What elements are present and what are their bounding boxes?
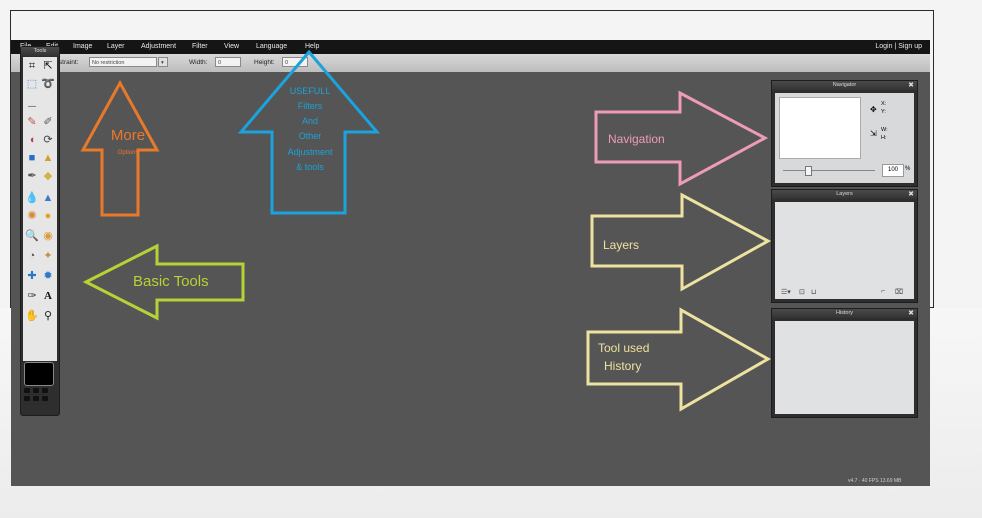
grid-dot-icon [42, 388, 48, 393]
color-swatch[interactable] [24, 362, 54, 386]
navigator-body: ✥ X: Y: ⇲ W: H: 100 % [775, 93, 914, 183]
navigator-title: Navigator [772, 81, 917, 90]
menu-language[interactable]: Language [256, 43, 287, 50]
zoom-percent: % [905, 166, 911, 172]
history-title: History [772, 309, 917, 318]
menu-bar: File Edit Image Layer Adjustment Filter … [11, 40, 930, 54]
sponge-tool-icon[interactable]: ● [41, 209, 55, 223]
brush-tool-icon[interactable]: ✐ [41, 115, 55, 129]
constraint-select[interactable]: No restriction [89, 57, 157, 67]
navigator-x: X: [881, 101, 887, 107]
menu-adjustment[interactable]: Adjustment [141, 43, 176, 50]
grid-dot-icon [42, 396, 48, 401]
grid-dot-icon [24, 396, 30, 401]
smudge-tool-icon[interactable]: ✺ [25, 209, 39, 223]
new-layer-icon[interactable]: ⌐ [881, 288, 885, 295]
pencil-tool-icon[interactable]: ✎ [25, 115, 39, 129]
pen-tool-icon[interactable]: ✑ [25, 289, 39, 303]
layers-body: ☲▾ ⊡ ⊔ ⌐ ⌧ [775, 202, 914, 299]
hand-tool-icon[interactable]: ✋ [25, 309, 39, 323]
grid-dot-icon [33, 388, 39, 393]
close-icon[interactable]: ✖ [908, 81, 914, 90]
text-tool-icon[interactable]: A [41, 289, 55, 303]
layer-settings-icon[interactable]: ☲▾ [781, 288, 791, 296]
status-bar: v4.7 · 40 FPS 13.69 MB [848, 478, 902, 484]
navigator-preview [779, 97, 861, 159]
lasso-tool-icon[interactable]: ➰ [41, 77, 55, 91]
colorpicker-tool-icon[interactable]: ✒ [25, 169, 39, 183]
layers-panel: Layers ✖ ☲▾ ⊡ ⊔ ⌐ ⌧ [771, 189, 918, 303]
crop-tool-icon[interactable]: ⌗ [25, 59, 39, 73]
zoom-slider[interactable] [783, 170, 875, 171]
wand-tool-icon[interactable]: ⚊ [25, 97, 39, 111]
dodge-tool-icon[interactable]: ✦ [41, 249, 55, 263]
layer-folder-icon[interactable]: ⊔ [811, 288, 816, 296]
layer-mask-icon[interactable]: ⊡ [799, 288, 805, 296]
redeye-tool-icon[interactable]: ◔ [25, 249, 39, 263]
width-label: Width: [189, 59, 208, 66]
navigator-panel: Navigator ✖ ✥ X: Y: ⇲ W: H: 100 % [771, 80, 918, 187]
move-tool-icon[interactable]: ⇱ [41, 59, 55, 73]
account-separator: | [894, 43, 897, 50]
menu-layer[interactable]: Layer [107, 43, 125, 50]
drawing-tool-icon[interactable]: ✚ [25, 269, 39, 283]
chevron-down-icon[interactable]: ▾ [158, 57, 168, 67]
tools-panel-title: Tools [21, 47, 59, 56]
account-links: Login | Sign up [875, 43, 922, 50]
history-panel: History ✖ [771, 308, 918, 418]
tool-options-bar: ⌗ Constraint: No restriction ▾ Width: 0 … [11, 54, 930, 72]
menu-filter[interactable]: Filter [192, 43, 208, 50]
height-input[interactable]: 0 [282, 57, 308, 67]
stamp-tool-icon[interactable]: ▲ [41, 151, 55, 165]
height-label: Height: [254, 59, 275, 66]
marquee-tool-icon[interactable]: ⬚ [25, 77, 39, 91]
burn-tool-icon[interactable]: ◉ [41, 229, 55, 243]
menu-image[interactable]: Image [73, 43, 92, 50]
menu-view[interactable]: View [224, 43, 239, 50]
sharpen-tool-icon[interactable]: ▲ [41, 191, 55, 205]
bucket-tool-icon[interactable]: ◆ [41, 169, 55, 183]
cursor-icon: ✥ [870, 105, 877, 114]
tools-panel: Tools ⌗ ⇱ ⬚ ➰ ⚊ ✎ ✐ ◖ ⟳ ■ ▲ ✒ ◆ 💧 ▲ ✺ ● … [20, 46, 60, 416]
zoom-slider-handle[interactable] [805, 166, 812, 176]
zoom-input[interactable]: 100 [882, 164, 904, 177]
size-icon: ⇲ [870, 129, 877, 138]
layers-title: Layers [772, 190, 917, 199]
history-body [775, 321, 914, 414]
clone-tool-icon[interactable]: ⟳ [41, 133, 55, 147]
signup-link[interactable]: Sign up [898, 43, 922, 50]
close-icon[interactable]: ✖ [908, 190, 914, 199]
blur-tool-icon[interactable]: 💧 [25, 191, 39, 205]
eraser-tool-icon[interactable]: ◖ [25, 133, 39, 147]
navigator-h: H: [881, 135, 887, 141]
zoom-tool-icon[interactable]: 🔍 [25, 229, 39, 243]
magnifier-tool-icon[interactable]: ⚲ [41, 309, 55, 323]
navigator-w: W: [881, 127, 888, 133]
navigator-y: Y: [881, 109, 886, 115]
login-link[interactable]: Login [875, 43, 892, 50]
width-input[interactable]: 0 [215, 57, 241, 67]
grid-buttons[interactable] [24, 388, 54, 406]
shape-tool-icon[interactable]: ✹ [41, 269, 55, 283]
delete-layer-icon[interactable]: ⌧ [895, 288, 903, 296]
grid-dot-icon [33, 396, 39, 401]
close-icon[interactable]: ✖ [908, 309, 914, 318]
gradient-tool-icon[interactable]: ■ [25, 151, 39, 165]
grid-dot-icon [24, 388, 30, 393]
tools-grid: ⌗ ⇱ ⬚ ➰ ⚊ ✎ ✐ ◖ ⟳ ■ ▲ ✒ ◆ 💧 ▲ ✺ ● 🔍 ◉ ◔ … [23, 57, 57, 361]
menu-help[interactable]: Help [305, 43, 319, 50]
